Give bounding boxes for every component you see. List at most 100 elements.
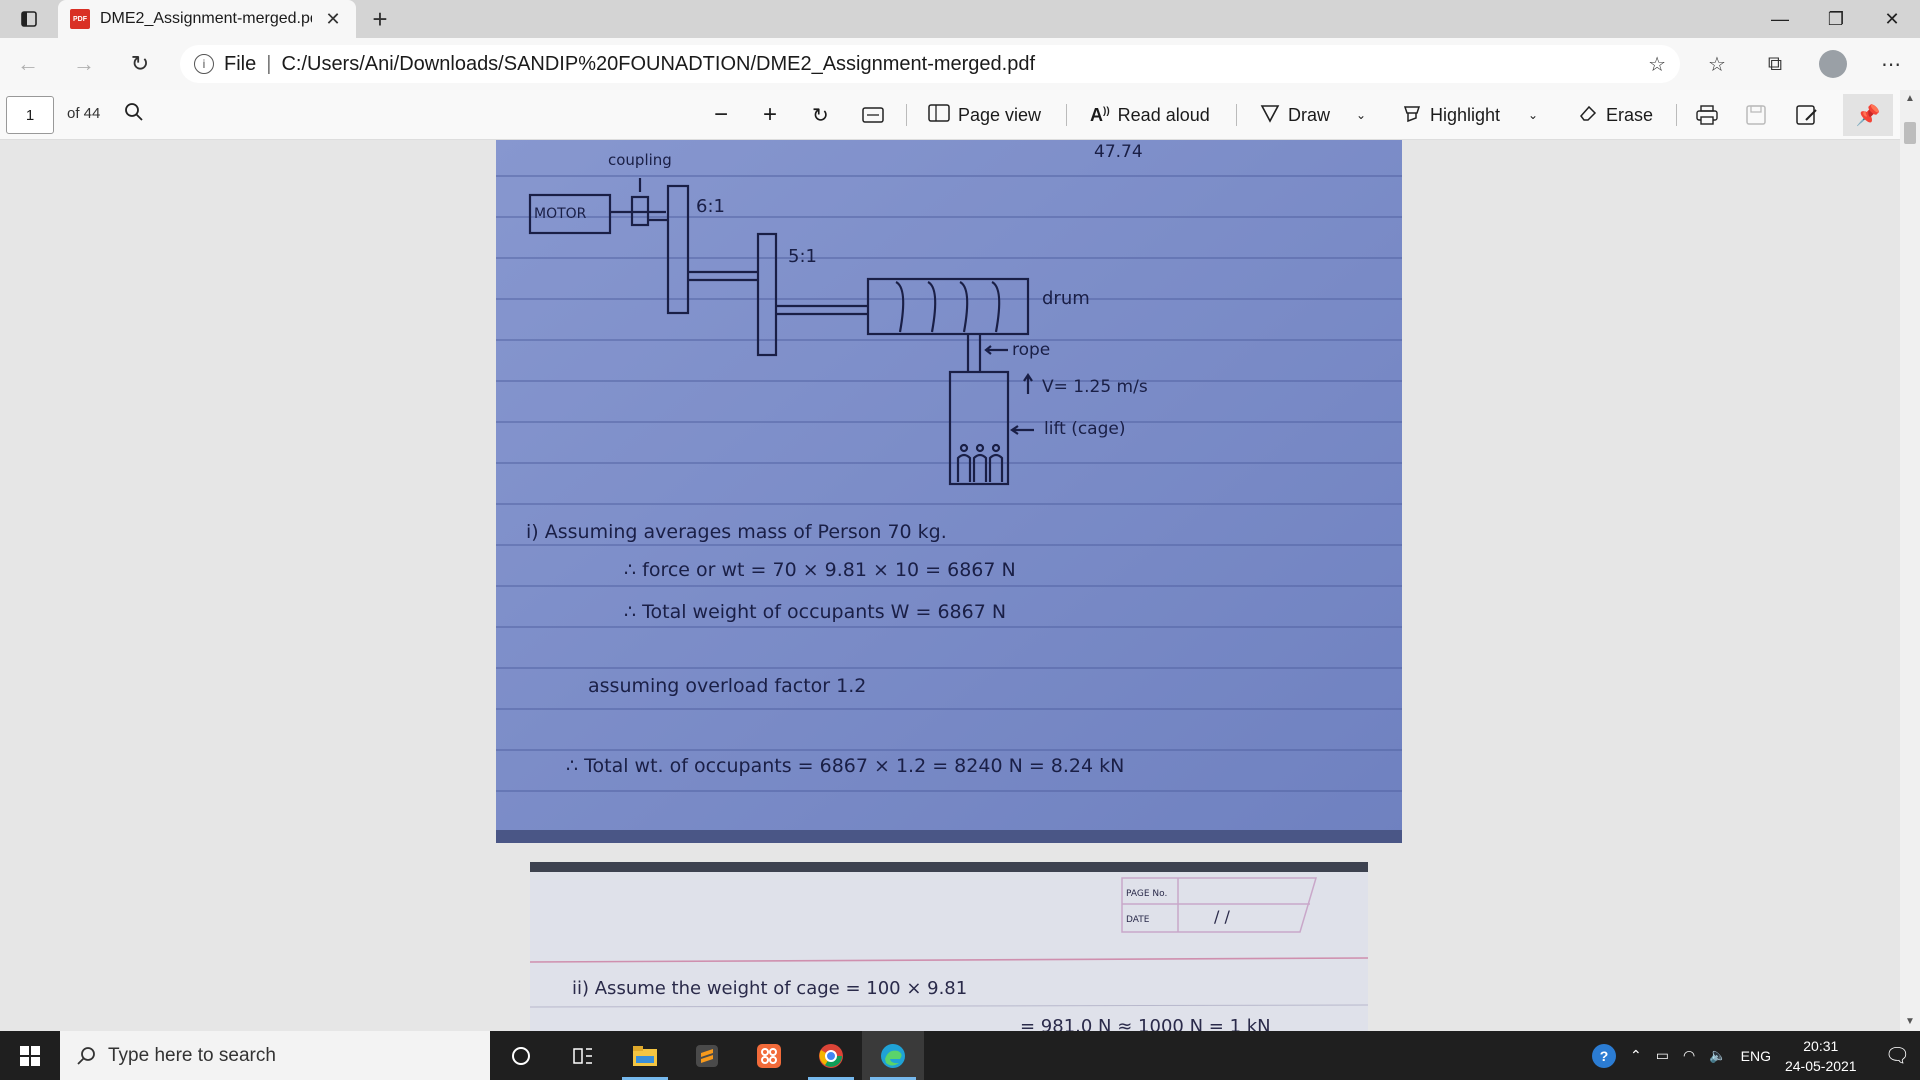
volume-icon[interactable]: 🔈	[1709, 1047, 1726, 1064]
windows-logo-icon	[20, 1045, 40, 1066]
tab-title: DME2_Assignment-merged.pdf	[100, 10, 312, 27]
read-aloud-button[interactable]: A)) Read aloud	[1090, 90, 1210, 140]
vertical-scrollbar[interactable]: ▲ ▼	[1900, 90, 1920, 1031]
eraser-icon	[1578, 103, 1598, 128]
restore-icon[interactable]: ❐	[1808, 0, 1864, 38]
gear-ratio-1: 6:1	[696, 196, 725, 217]
draw-button[interactable]: Draw ⌄	[1260, 90, 1366, 140]
add-favorite-icon[interactable]: ☆	[1648, 52, 1666, 77]
help-icon[interactable]: ?	[1592, 1043, 1617, 1068]
windows-taskbar: Type here to search ? ⌃ ▭ ◠ 🔈 ENG 20:31 …	[0, 1031, 1920, 1080]
start-button[interactable]	[0, 1031, 60, 1080]
clock-date: 24-05-2021	[1784, 1057, 1857, 1074]
toolbar-divider	[1676, 104, 1677, 126]
more-options-icon[interactable]: ⋯	[1862, 52, 1920, 77]
gear-ratio-2: 5:1	[788, 246, 817, 267]
clock[interactable]: 20:31 24-05-2021	[1785, 1036, 1857, 1076]
lift-label: lift (cage)	[1044, 419, 1125, 439]
clock-time: 20:31	[1803, 1037, 1839, 1054]
url-separator: |	[266, 52, 272, 75]
zoom-in-icon[interactable]: +	[763, 90, 777, 140]
rotate-icon[interactable]: ↻	[812, 90, 829, 140]
coupling-label: coupling	[608, 151, 672, 169]
scrollbar-thumb[interactable]	[1904, 122, 1916, 144]
tab-actions-button[interactable]	[0, 0, 58, 38]
system-tray: ? ⌃ ▭ ◠ 🔈 ENG 20:31 24-05-2021 🗨	[1592, 1036, 1920, 1076]
wifi-icon[interactable]: ◠	[1683, 1047, 1695, 1064]
refresh-button[interactable]: ↻	[112, 38, 168, 90]
chevron-up-icon[interactable]: ⌃	[1630, 1047, 1642, 1064]
page-no-label: PAGE No.	[1126, 889, 1167, 899]
chrome-icon[interactable]	[800, 1031, 862, 1080]
app-launcher-icon[interactable]	[738, 1031, 800, 1080]
chevron-down-icon[interactable]: ⌄	[1356, 108, 1366, 122]
back-button[interactable]: ←	[0, 38, 56, 90]
pdf-viewport[interactable]: 47.74 coupling MOTOR 6:1 5:1 drum rope V…	[0, 140, 1900, 1031]
language-indicator[interactable]: ENG	[1741, 1048, 1771, 1064]
zoom-out-icon[interactable]: −	[714, 90, 728, 140]
tab-actions-icon	[21, 11, 37, 27]
search-icon	[77, 1046, 95, 1065]
highlighter-icon	[1402, 103, 1422, 128]
address-bar-row: ← → ↻ i File | C:/Users/Ani/Downloads/SA…	[0, 38, 1920, 90]
toolbar-divider	[1236, 104, 1237, 126]
url-scheme: File	[224, 52, 257, 75]
chevron-down-icon[interactable]: ⌄	[1528, 108, 1538, 122]
collections-icon[interactable]: ⧉	[1746, 53, 1804, 76]
page-top-number: 47.74	[1094, 142, 1143, 162]
edge-browser-icon[interactable]	[862, 1031, 924, 1080]
taskbar-search-box[interactable]: Type here to search	[60, 1031, 490, 1080]
page2-line-2: = 981.0 N ≈ 1000 N = 1 kN	[1020, 1016, 1271, 1031]
note-line-4: assuming overload factor 1.2	[588, 675, 866, 697]
save-as-icon[interactable]	[1796, 90, 1818, 140]
pdf-file-icon: PDF	[70, 9, 90, 29]
browser-tab[interactable]: PDF DME2_Assignment-merged.pdf ✕	[58, 0, 356, 38]
pdf-page-2: PAGE No. DATE / / ii) Assume the weight …	[530, 862, 1368, 1031]
handwritten-notebook-page: PAGE No. DATE / / ii) Assume the weight …	[530, 862, 1368, 1031]
sublime-text-icon[interactable]	[676, 1031, 738, 1080]
motor-label: MOTOR	[534, 206, 587, 222]
page-view-label: Page view	[958, 104, 1042, 125]
favorites-icon[interactable]: ☆	[1688, 52, 1746, 77]
page-number-input[interactable]: 1	[6, 96, 54, 134]
search-icon[interactable]	[124, 102, 144, 128]
page2-line-1: ii) Assume the weight of cage = 100 × 9.…	[572, 978, 967, 999]
page-total-label: of 44	[67, 105, 101, 122]
date-value: / /	[1214, 907, 1230, 926]
save-icon[interactable]	[1746, 90, 1766, 140]
scroll-up-icon[interactable]: ▲	[1900, 90, 1920, 108]
highlight-button[interactable]: Highlight ⌄	[1402, 90, 1538, 140]
pin-toolbar-icon[interactable]: 📌	[1843, 94, 1893, 136]
url-text: C:/Users/Ani/Downloads/SANDIP%20FOUNADTI…	[281, 52, 1036, 75]
task-view-icon[interactable]	[552, 1031, 614, 1080]
close-window-icon[interactable]: ✕	[1864, 0, 1920, 38]
close-tab-icon[interactable]: ✕	[322, 9, 344, 30]
velocity-label: V= 1.25 m/s	[1042, 377, 1148, 397]
handwritten-notebook-page: 47.74 coupling MOTOR 6:1 5:1 drum rope V…	[496, 140, 1402, 843]
page-view-button[interactable]: Page view	[928, 90, 1041, 140]
pdf-toolbar: 1 of 44 − + ↻ Page view A)) Read aloud D…	[0, 90, 1920, 140]
search-placeholder: Type here to search	[108, 1044, 276, 1066]
new-tab-button[interactable]: +	[356, 0, 404, 38]
notifications-icon[interactable]: 🗨	[1885, 1043, 1910, 1068]
erase-label: Erase	[1606, 104, 1654, 125]
scroll-down-icon[interactable]: ▼	[1900, 1013, 1920, 1031]
file-explorer-icon[interactable]	[614, 1031, 676, 1080]
forward-button[interactable]: →	[56, 38, 112, 90]
cortana-icon[interactable]	[490, 1031, 552, 1080]
profile-avatar[interactable]	[1819, 50, 1847, 78]
highlight-label: Highlight	[1430, 104, 1501, 125]
address-field[interactable]: i File | C:/Users/Ani/Downloads/SANDIP%2…	[180, 45, 1680, 83]
erase-button[interactable]: Erase	[1578, 90, 1653, 140]
battery-icon[interactable]: ▭	[1656, 1047, 1669, 1064]
drum-label: drum	[1042, 288, 1090, 309]
fit-width-icon[interactable]	[862, 90, 884, 140]
toolbar-divider	[1066, 104, 1067, 126]
page-view-icon	[928, 103, 950, 127]
info-icon[interactable]: i	[194, 54, 214, 74]
print-icon[interactable]	[1696, 90, 1718, 140]
browser-actions: ☆ ⧉ ⋯	[1688, 38, 1920, 90]
pdf-page-1: 47.74 coupling MOTOR 6:1 5:1 drum rope V…	[496, 140, 1402, 843]
draw-label: Draw	[1288, 104, 1331, 125]
minimize-icon[interactable]: —	[1752, 0, 1808, 38]
